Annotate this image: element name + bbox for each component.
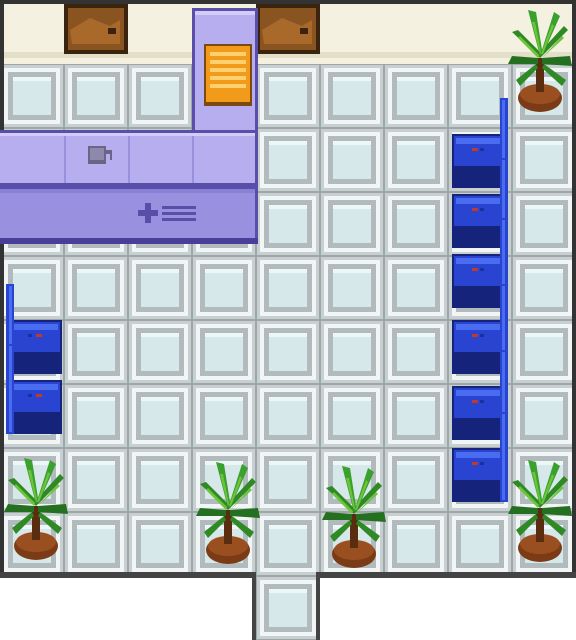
floor-tile [64, 512, 128, 576]
floor-tile [64, 64, 128, 128]
floor-tile [512, 256, 576, 320]
left-wall [0, 0, 4, 576]
floor-tile [256, 64, 320, 128]
floor-tile [128, 64, 192, 128]
clipboard[interactable] [204, 44, 252, 106]
doorway-tile[interactable] [256, 576, 320, 640]
floor-tile [384, 448, 448, 512]
game-scene [0, 0, 576, 640]
floor-tile [512, 320, 576, 384]
floor-tile [384, 256, 448, 320]
floor-tile [256, 512, 320, 576]
floor-tile [320, 320, 384, 384]
floor-tile [384, 320, 448, 384]
floor-tile [320, 64, 384, 128]
floor-tile [512, 384, 576, 448]
floor-tile [128, 448, 192, 512]
scene-canvas [0, 0, 576, 640]
floor-tile [448, 512, 512, 576]
floor-tile [256, 448, 320, 512]
floor-tile [320, 384, 384, 448]
bottom-wall-left [0, 572, 256, 578]
floor-tile [384, 64, 448, 128]
floor-tile [384, 192, 448, 256]
floor-tile [512, 128, 576, 192]
floor-tile [256, 128, 320, 192]
floor-tile [64, 320, 128, 384]
floor-tile [128, 512, 192, 576]
floor-tile [64, 256, 128, 320]
floor-tile [128, 384, 192, 448]
floor-tile [192, 256, 256, 320]
floor-tile [192, 384, 256, 448]
floor-tile [256, 384, 320, 448]
floor-tile [192, 320, 256, 384]
floor-tile [320, 128, 384, 192]
floor-tile [384, 128, 448, 192]
floor-tile [256, 320, 320, 384]
painting-left[interactable] [64, 4, 128, 54]
floor-tile [384, 512, 448, 576]
doorway-left-edge [252, 572, 256, 640]
floor-tile [512, 192, 576, 256]
right-wall [572, 0, 576, 576]
counter-sign-lines [162, 206, 196, 221]
painting-right[interactable] [256, 4, 320, 54]
floor-tile [0, 64, 64, 128]
floor-tile [128, 320, 192, 384]
floor-tile [384, 384, 448, 448]
floor-tile [256, 192, 320, 256]
floor-tile [64, 448, 128, 512]
doorway-right-edge [316, 572, 320, 640]
floor-tile [320, 192, 384, 256]
floor-tile [320, 256, 384, 320]
floor-tile [256, 256, 320, 320]
bottom-wall-right [320, 572, 576, 578]
floor-tile [128, 256, 192, 320]
floor-tile [64, 384, 128, 448]
